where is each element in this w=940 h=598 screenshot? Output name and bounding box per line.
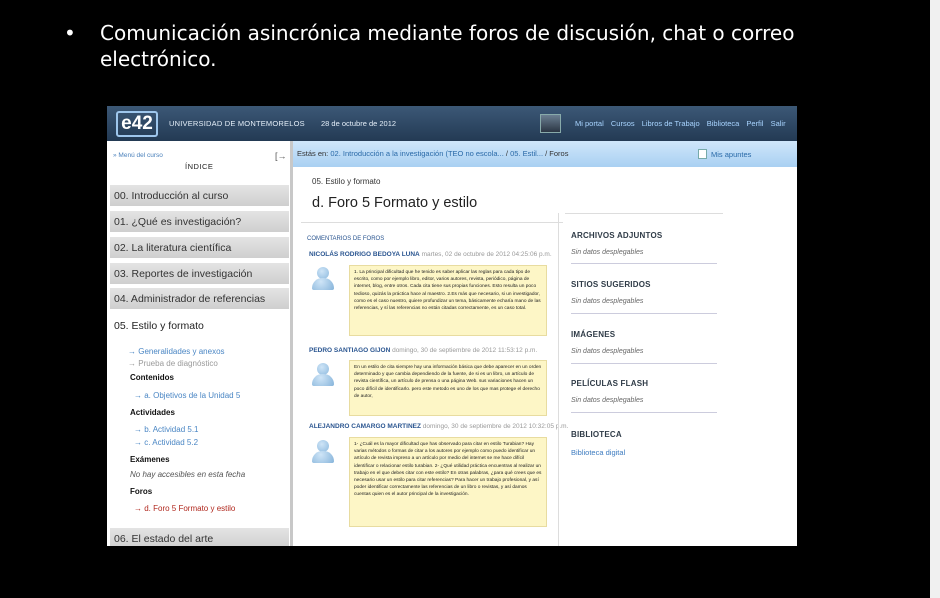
- mis-apuntes-link[interactable]: Mis apuntes: [698, 149, 751, 159]
- sitios-sugeridos-heading: SITIOS SUGERIDOS: [571, 280, 651, 289]
- author-name[interactable]: NICOLÁS RODRIGO BEDOYA LUNA: [309, 251, 420, 258]
- post-date: domingo, 30 de septiembre de 2012 11:53:…: [392, 347, 538, 354]
- prueba-diagnostico-item: → Prueba de diagnóstico: [128, 359, 218, 368]
- sidebar-item-06[interactable]: 06. El estado del arte: [110, 528, 289, 546]
- foro-5-label: d. Foro 5 Formato y estilo: [144, 504, 236, 513]
- title-divider: [301, 222, 563, 223]
- objetivos-link[interactable]: → a. Objetivos de la Unidad 5: [134, 391, 240, 400]
- column-divider: [558, 213, 559, 546]
- panel-divider: [571, 313, 717, 314]
- comentarios-heading: COMENTARIOS DE FOROS: [307, 236, 385, 242]
- post-author: ALEJANDRO CAMARGO MARTINEZ domingo, 30 d…: [309, 423, 568, 430]
- nav-cursos[interactable]: Cursos: [611, 119, 635, 128]
- sidebar-item-03[interactable]: 03. Reportes de investigación: [110, 263, 289, 286]
- forum-main: 05. Estilo y formato d. Foro 5 Formato y…: [293, 167, 568, 546]
- mis-apuntes-label: Mis apuntes: [711, 150, 752, 159]
- post-author: PEDRO SANTIAGO GIJON domingo, 30 de sept…: [309, 347, 537, 354]
- notes-icon: [698, 149, 707, 159]
- arrow-icon: →: [134, 425, 145, 434]
- post-bubble: En un estilo de cita siempre hay una inf…: [349, 360, 547, 416]
- nav-biblioteca[interactable]: Biblioteca: [707, 119, 740, 128]
- actividad-5-2-link[interactable]: → c. Actividad 5.2: [134, 438, 198, 447]
- panel-divider: [571, 363, 717, 364]
- post-date: domingo, 30 de septiembre de 2012 10:32:…: [422, 423, 569, 430]
- post-bubble: 1- ¿Cuál es la mayor dificultad que has …: [349, 437, 547, 527]
- sitios-empty: Sin datos desplegables: [571, 298, 644, 305]
- nav-perfil[interactable]: Perfil: [746, 119, 763, 128]
- bullet-dot: •: [64, 21, 76, 45]
- imagenes-empty: Sin datos desplegables: [571, 348, 644, 355]
- menu-del-curso-link[interactable]: » Menú del curso: [113, 152, 163, 159]
- course-sidebar: » Menú del curso ÍNDICE [→ 00. Introducc…: [107, 141, 293, 546]
- actividad-5-1-link[interactable]: → b. Actividad 5.1: [134, 425, 199, 434]
- panel-divider: [571, 412, 717, 413]
- archivos-adjuntos-heading: ARCHIVOS ADJUNTOS: [571, 231, 663, 240]
- contenidos-heading: Contenidos: [130, 373, 174, 382]
- sidebar-item-05-expanded: 05. Estilo y formato → Generalidades y a…: [110, 314, 289, 527]
- actividades-heading: Actividades: [130, 408, 175, 417]
- arrow-icon: →: [128, 347, 139, 356]
- author-name[interactable]: PEDRO SANTIAGO GIJON: [309, 347, 390, 354]
- nav-mi-portal[interactable]: Mi portal: [575, 119, 604, 128]
- lms-screenshot: e42 UNIVERSIDAD DE MONTEMORELOS 28 de oc…: [107, 106, 797, 546]
- sidebar-item-02[interactable]: 02. La literatura científica: [110, 237, 289, 260]
- user-avatar-icon: [311, 267, 335, 291]
- sidebar-item-01[interactable]: 01. ¿Qué es investigación?: [110, 211, 289, 234]
- breadcrumb-link-course[interactable]: 02. Introducción a la investigación (TEO…: [330, 149, 503, 158]
- biblioteca-digital-link[interactable]: Biblioteca digital: [571, 448, 625, 457]
- indice-title: ÍNDICE: [185, 162, 214, 171]
- no-examenes-text: No hay accesibles en esta fecha: [130, 470, 246, 479]
- user-avatar[interactable]: [540, 114, 561, 133]
- user-avatar-icon: [311, 440, 335, 464]
- slide-bullet-text: Comunicación asincrónica mediante foros …: [100, 21, 795, 71]
- breadcrumb-prefix: Estás en:: [297, 149, 329, 158]
- nav-libros-de-trabajo[interactable]: Libros de Trabajo: [642, 119, 700, 128]
- arrow-icon: →: [134, 391, 145, 400]
- nav-salir[interactable]: Salir: [771, 119, 786, 128]
- author-name[interactable]: ALEJANDRO CAMARGO MARTINEZ: [309, 423, 421, 430]
- post-author: NICOLÁS RODRIGO BEDOYA LUNA martes, 02 d…: [309, 251, 552, 258]
- top-nav: Mi portal Cursos Libros de Trabajo Bibli…: [575, 119, 791, 128]
- user-avatar-icon: [311, 363, 335, 387]
- imagenes-heading: IMÁGENES: [571, 330, 616, 339]
- university-name: UNIVERSIDAD DE MONTEMORELOS: [169, 119, 305, 128]
- foro-5-current-link[interactable]: → d. Foro 5 Formato y estilo: [134, 504, 235, 513]
- slide-right-edge: [930, 0, 940, 598]
- breadcrumb-link-unit[interactable]: 05. Estil...: [510, 149, 543, 158]
- panel-top-divider: [565, 213, 723, 214]
- examenes-heading: Exámenes: [130, 455, 170, 464]
- archivos-empty: Sin datos desplegables: [571, 249, 644, 256]
- post-bubble: 1. La principal dificultad que he tenido…: [349, 265, 547, 336]
- sidebar-item-05[interactable]: 05. Estilo y formato: [114, 320, 204, 332]
- peliculas-flash-heading: PELÍCULAS FLASH: [571, 379, 649, 388]
- breadcrumb: Estás en: 02. Introducción a la investig…: [297, 149, 568, 158]
- breadcrumb-separator: /: [505, 149, 508, 158]
- generalidades-link[interactable]: → Generalidades y anexos: [128, 347, 225, 356]
- arrow-icon: →: [134, 504, 145, 513]
- page-title: d. Foro 5 Formato y estilo: [312, 195, 478, 211]
- expand-sidebar-icon[interactable]: [→: [275, 151, 287, 161]
- breadcrumb-bar: Estás en: 02. Introducción a la investig…: [293, 141, 797, 167]
- current-date: 28 de octubre de 2012: [321, 119, 397, 128]
- prueba-diagnostico-label: Prueba de diagnóstico: [138, 359, 218, 368]
- breadcrumb-current: / Foros: [545, 149, 569, 158]
- post-date: martes, 02 de octubre de 2012 04:25:06 p…: [421, 251, 552, 258]
- actividad-5-2-label: c. Actividad 5.2: [144, 438, 199, 447]
- e42-logo[interactable]: e42: [116, 111, 158, 137]
- sidebar-item-00[interactable]: 00. Introducción al curso: [110, 185, 289, 208]
- arrow-icon: →: [134, 438, 145, 447]
- foros-heading: Foros: [130, 487, 153, 496]
- biblioteca-heading: BIBLIOTECA: [571, 430, 622, 439]
- peliculas-empty: Sin datos desplegables: [571, 397, 644, 404]
- menu-del-curso-label: Menú del curso: [118, 152, 163, 159]
- actividad-5-1-label: b. Actividad 5.1: [144, 425, 199, 434]
- panel-divider: [571, 263, 717, 264]
- top-bar: e42 UNIVERSIDAD DE MONTEMORELOS 28 de oc…: [107, 106, 797, 141]
- sidebar-item-04[interactable]: 04. Administrador de referencias: [110, 288, 289, 311]
- generalidades-label: Generalidades y anexos: [138, 347, 225, 356]
- arrow-icon: →: [128, 359, 139, 368]
- unit-crumb: 05. Estilo y formato: [312, 177, 381, 186]
- objetivos-label: a. Objetivos de la Unidad 5: [144, 391, 241, 400]
